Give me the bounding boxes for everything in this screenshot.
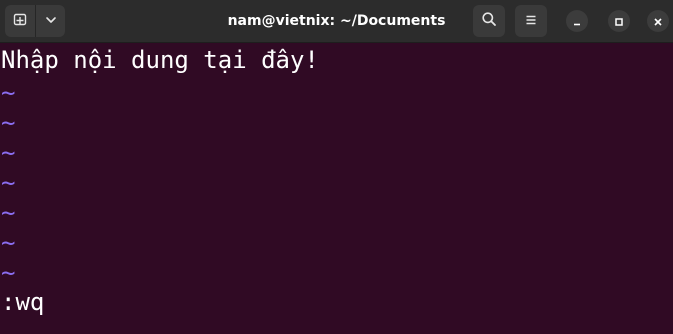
empty-line-marker: ~ bbox=[1, 229, 16, 257]
empty-line-marker: ~ bbox=[1, 139, 16, 167]
empty-line-marker: ~ bbox=[1, 109, 16, 137]
maximize-icon bbox=[614, 12, 624, 31]
editor-content-line: Nhập nội dung tại đây! bbox=[1, 46, 319, 74]
search-icon bbox=[481, 11, 497, 31]
chevron-down-icon bbox=[44, 12, 58, 31]
search-button[interactable] bbox=[473, 5, 505, 37]
minimize-button[interactable] bbox=[566, 10, 588, 32]
new-tab-icon bbox=[12, 11, 28, 31]
new-tab-button[interactable] bbox=[5, 5, 35, 37]
menu-button[interactable] bbox=[515, 5, 547, 37]
close-button[interactable] bbox=[647, 10, 669, 32]
title-bar: nam@vietnix: ~/Documents bbox=[0, 0, 673, 43]
tab-button-group bbox=[5, 5, 65, 37]
empty-line-marker: ~ bbox=[1, 169, 16, 197]
maximize-button[interactable] bbox=[608, 10, 630, 32]
empty-line-marker: ~ bbox=[1, 259, 16, 287]
tab-dropdown-button[interactable] bbox=[35, 5, 65, 37]
empty-line-marker: ~ bbox=[1, 199, 16, 227]
close-icon bbox=[653, 12, 663, 31]
terminal-area[interactable]: Nhập nội dung tại đây! ~ ~ ~ ~ ~ ~ ~ :wq bbox=[0, 43, 673, 334]
command-line: :wq bbox=[1, 288, 45, 316]
minimize-icon bbox=[572, 12, 582, 31]
hamburger-menu-icon bbox=[524, 12, 538, 31]
empty-line-marker: ~ bbox=[1, 79, 16, 107]
